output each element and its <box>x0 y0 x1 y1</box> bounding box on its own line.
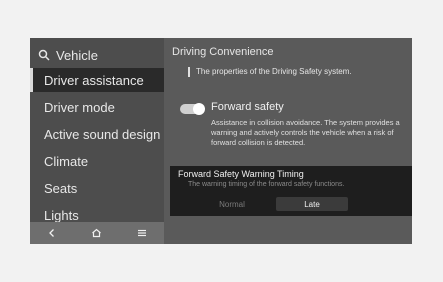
sidebar-item-active-sound-design[interactable]: Active sound design <box>30 122 164 146</box>
forward-safety-description: Assistance in collision avoidance. The s… <box>211 118 400 147</box>
chevron-left-icon <box>49 229 55 237</box>
toggle-knob <box>193 103 205 115</box>
home-icon <box>92 228 102 238</box>
menu-icon <box>137 229 146 237</box>
menu-button[interactable] <box>132 223 152 243</box>
option-late-button[interactable]: Late <box>276 197 348 211</box>
home-button[interactable] <box>87 223 107 243</box>
sidebar-item-driver-mode[interactable]: Driver mode <box>30 95 164 119</box>
sidebar-item-label: Lights <box>44 207 79 223</box>
search-icon <box>38 49 50 61</box>
sidebar-item-label: Driver assistance <box>44 72 144 88</box>
page-title: Driving Convenience <box>172 46 274 58</box>
sidebar: Vehicle Driver assistance Driver mode Ac… <box>30 38 164 244</box>
bottom-nav-bar <box>30 222 164 244</box>
page-description: The properties of the Driving Safety sys… <box>188 67 352 77</box>
search-label: Vehicle <box>56 47 98 63</box>
sidebar-item-label: Seats <box>44 180 78 196</box>
infotainment-screen: Vehicle Driver assistance Driver mode Ac… <box>30 38 412 244</box>
back-button[interactable] <box>42 223 62 243</box>
sidebar-item-label: Driver mode <box>44 99 115 115</box>
option-normal-button[interactable]: Normal <box>196 197 268 211</box>
forward-safety-label: Forward safety <box>211 101 284 113</box>
popup-title: Forward Safety Warning Timing <box>178 169 304 179</box>
search-button[interactable]: Vehicle <box>38 46 98 64</box>
warning-timing-popup: Forward Safety Warning Timing The warnin… <box>170 166 412 216</box>
sidebar-item-seats[interactable]: Seats <box>30 176 164 200</box>
sidebar-item-label: Active sound design <box>44 126 161 142</box>
forward-safety-toggle[interactable] <box>180 103 205 115</box>
popup-description: The warning timing of the forward safety… <box>188 181 345 188</box>
sidebar-item-driver-assistance[interactable]: Driver assistance <box>30 68 164 92</box>
sidebar-item-label: Climate <box>44 153 89 169</box>
sidebar-item-climate[interactable]: Climate <box>30 149 164 173</box>
